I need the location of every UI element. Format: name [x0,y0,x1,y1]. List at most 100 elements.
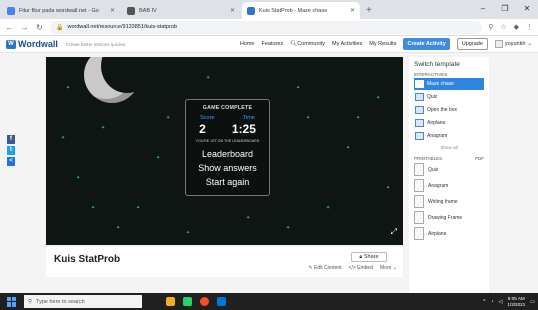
embed-label: Embed [357,265,373,271]
share-label: Share [363,254,379,260]
template-label: Airplane [427,120,446,126]
template-anagram[interactable]: Anagram [414,130,484,142]
nav-features[interactable]: Features [261,41,283,47]
extension-icon[interactable]: ◆ [514,23,519,31]
file-explorer-icon[interactable] [166,297,175,306]
tab-title: BAB IV [139,7,157,14]
star-decoration: ✦ [246,215,251,221]
printable-drawing-frame[interactable]: Drawing Frame [414,210,484,225]
chevron-down-icon: ⌄ [527,41,532,47]
sidebar-title: Switch template [414,61,460,68]
site-header: W Wordwall Create better lessons quicker… [0,36,538,53]
switch-template-sidebar: Switch template INTERACTIVES Maze chase … [409,57,489,293]
chevron-up-icon[interactable]: ^ [483,299,485,305]
url-field[interactable]: 🔒 wordwall.net/resource/9133851/kuis-sta… [50,20,483,34]
show-all-link[interactable]: Show all [414,145,484,150]
star-decoration: ✦ [76,175,81,181]
clock[interactable]: 8:05 AM 1/3/2021 [507,296,525,308]
google-favicon-icon [7,6,15,15]
vscode-icon[interactable] [217,297,226,306]
template-open-the-box[interactable]: Open the box [414,104,484,116]
upgrade-button[interactable]: Upgrade [456,38,488,50]
close-tab-icon[interactable]: ✕ [230,7,235,14]
pdf-label: PDF [474,156,484,161]
zoom-icon[interactable]: ⚲ [488,23,493,31]
back-icon[interactable]: ← [5,23,14,32]
share-icon[interactable]: < [7,157,15,166]
template-quiz[interactable]: Quiz [414,91,484,103]
nav-my-activities[interactable]: My Activities [332,41,362,47]
template-maze-chase[interactable]: Maze chase [414,78,484,90]
url-text: wordwall.net/resource/9133851/kuis-statp… [67,24,177,30]
whatsapp-icon[interactable] [183,297,192,306]
printable-page-icon [414,163,424,176]
window-controls: – ❐ ✕ [472,0,538,19]
star-decoration: ✦ [296,85,301,91]
nav-my-results[interactable]: My Results [369,41,396,47]
clock-time: 8:05 AM [507,295,525,301]
star-decoration: ✦ [346,145,351,151]
nav-community[interactable]: 🔍︎Community [290,41,325,47]
clock-date: 1/3/2021 [507,301,526,307]
create-activity-button[interactable]: Create Activity [403,38,450,50]
facebook-icon[interactable]: f [7,135,15,144]
printable-quiz[interactable]: Quiz [414,162,484,177]
more-link[interactable]: More ⌄ [380,265,397,271]
start-again-button[interactable]: Start again [186,177,269,187]
printable-anagram[interactable]: Anagram [414,178,484,193]
star-decoration: ✦ [376,95,381,101]
browser-tab-3[interactable]: Kuis StatProb - Maze chase ✕ [242,2,360,19]
maximize-icon[interactable]: ❐ [494,0,516,19]
twitter-icon[interactable]: t [7,146,15,155]
search-placeholder: Type here to search [36,298,85,305]
open-the-box-icon [415,106,424,114]
quiz-icon [415,93,424,101]
tab-title: Kuis StatProb - Maze chase [259,7,328,14]
template-label: Anagram [427,133,448,139]
page-body: f t < ✦ ✦ ✦ ✦ ✦ ✦ ✦ ✦ ✦ ✦ ✦ ✦ ✦ ✦ ✦ ✦ ✦ ✦ ✦ ✦ GAME COMPLETE… [0,53,538,293]
leaderboard-button[interactable]: Leaderboard [186,149,269,159]
edit-content-link[interactable]: ✎ Edit Content [308,265,341,271]
maze-chase-icon [415,80,424,88]
browser-tab-2[interactable]: BAB IV ✕ [122,2,240,19]
close-tab-icon[interactable]: ✕ [350,7,355,14]
printable-writing-frame[interactable]: Writing frame [414,194,484,209]
new-tab-button[interactable]: + [366,5,372,16]
wordwall-logo[interactable]: W Wordwall [6,39,58,49]
star-decoration: ✦ [206,75,211,81]
template-airplane[interactable]: Airplane [414,117,484,129]
printable-airplane[interactable]: Airplane [414,226,484,241]
user-menu[interactable]: yuyunkh ⌄ [494,40,532,48]
show-answers-button[interactable]: Show answers [186,163,269,173]
minimize-icon[interactable]: – [472,0,494,19]
activity-links: ✎ Edit Content </> Embed More ⌄ [308,265,397,271]
notification-icon[interactable]: ▭ [530,299,535,305]
taskbar-search[interactable]: ⚲ Type here to search [24,295,142,308]
close-window-icon[interactable]: ✕ [516,0,538,19]
close-tab-icon[interactable]: ✕ [110,7,115,14]
forward-icon[interactable]: → [20,23,29,32]
menu-icon[interactable]: ⋮ [526,23,533,31]
activity-title: Kuis StatProb [54,254,121,265]
system-tray: ^ ◔ ◁ 8:05 AM 1/3/2021 ▭ [483,296,535,308]
printables-heading: PRINTABLES PDF [414,156,484,161]
browser-tab-1[interactable]: Fitur fitur pada wordwall.net - Go ✕ [2,2,120,19]
star-decoration: ✦ [101,125,106,131]
reload-icon[interactable]: ↻ [35,23,44,32]
template-label: Maze chase [427,81,454,87]
embed-link[interactable]: </> Embed [349,265,373,271]
chrome-icon[interactable] [200,297,209,306]
template-label: Quiz [427,94,438,100]
more-label: More [380,265,392,271]
share-button[interactable]: 🔒︎ Share [351,252,387,262]
volume-icon[interactable]: ◁ [499,299,503,305]
social-share-bar: f t < [7,135,15,168]
star-icon[interactable]: ☆ [500,23,506,31]
windows-start-icon[interactable] [7,296,17,307]
avatar [494,40,503,48]
game-canvas[interactable]: ✦ ✦ ✦ ✦ ✦ ✦ ✦ ✦ ✦ ✦ ✦ ✦ ✦ ✦ ✦ ✦ ✦ ✦ ✦ ✦ GAME COMPLETE Score… [46,57,403,245]
fullscreen-icon[interactable]: ⤢ [391,227,397,237]
printable-page-icon [414,211,424,224]
network-icon[interactable]: ◔ [490,299,493,305]
nav-home[interactable]: Home [240,41,255,47]
